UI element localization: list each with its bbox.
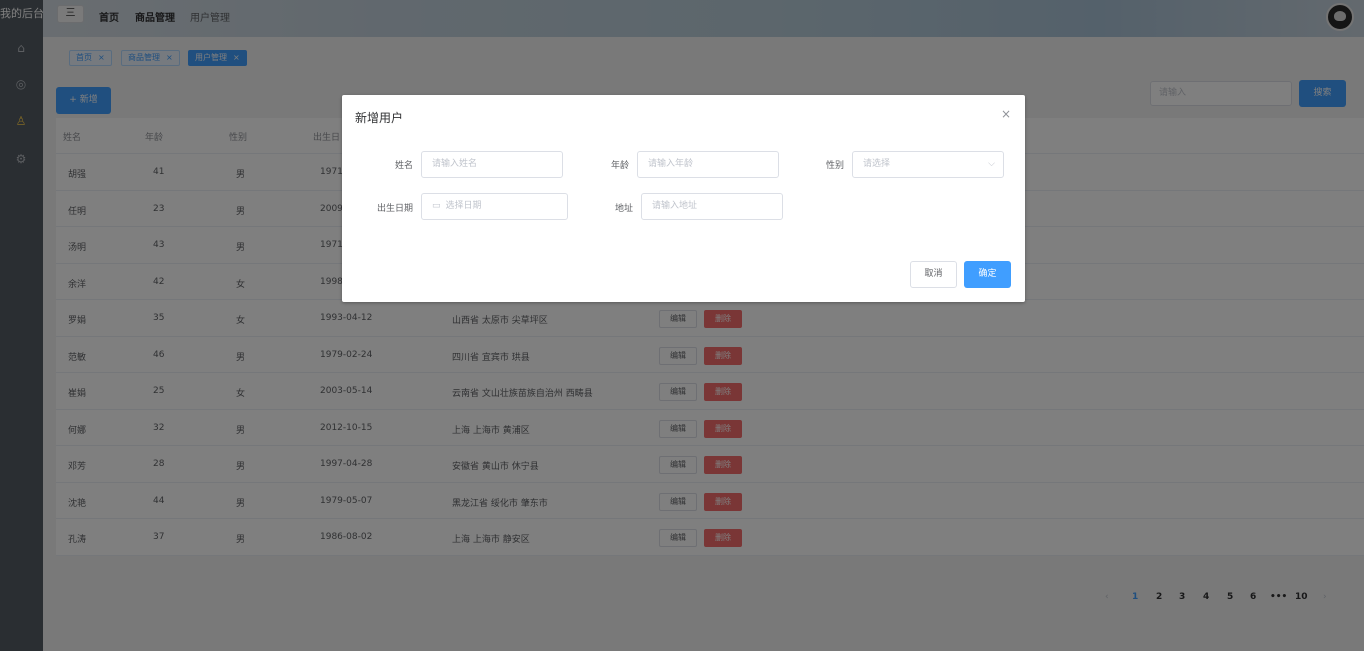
sex-select[interactable]: 请选择 ⌵ [852,151,1004,178]
age-label: 年龄 [610,161,629,171]
sex-label: 性别 [825,161,844,171]
close-icon[interactable]: × [1001,107,1011,121]
addr-label: 地址 [614,204,633,214]
dialog-title: 新增用户 [355,111,404,125]
chevron-down-icon: ⌵ [988,159,995,169]
confirm-button[interactable]: 确定 [964,261,1011,288]
add-user-dialog: 新增用户 × 姓名 请输入姓名 年龄 请输入年龄 性别 请选择 ⌵ 出生日期 ▭… [342,95,1025,302]
calendar-icon: ▭ [432,201,441,211]
cancel-button[interactable]: 取消 [910,261,957,288]
birth-date-picker[interactable]: ▭ 选择日期 [421,193,568,220]
age-input[interactable]: 请输入年龄 [637,151,779,178]
addr-input[interactable]: 请输入地址 [641,193,783,220]
name-label: 姓名 [394,161,413,171]
sex-select-value: 请选择 [863,159,891,169]
name-input[interactable]: 请输入姓名 [421,151,563,178]
birth-date-placeholder: 选择日期 [445,201,482,211]
birth-label: 出生日期 [376,204,413,214]
